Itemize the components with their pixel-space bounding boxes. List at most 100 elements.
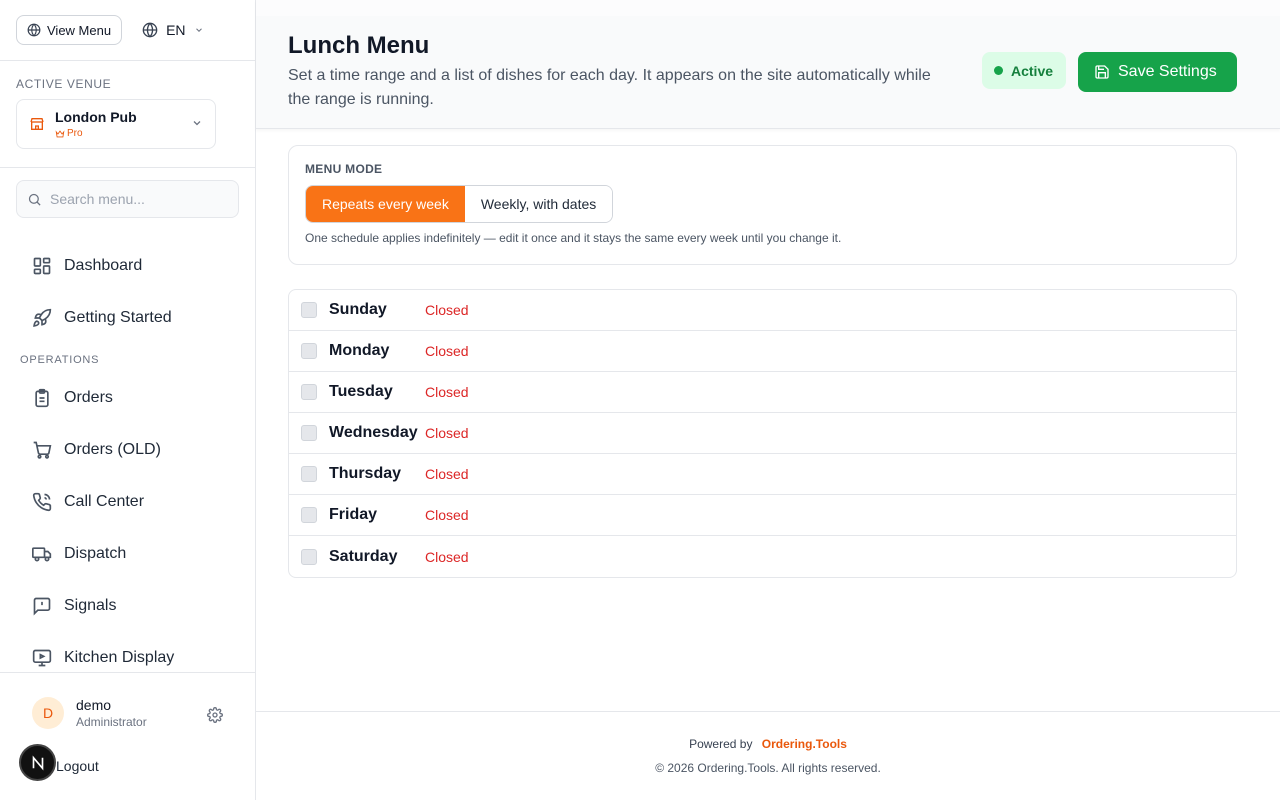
- dashboard-icon: [32, 256, 52, 276]
- search-wrapper: [0, 168, 255, 230]
- monitor-icon: [32, 648, 52, 668]
- crown-icon: [55, 129, 65, 139]
- day-name: Tuesday: [329, 383, 393, 400]
- day-name: Friday: [329, 506, 378, 523]
- save-settings-button[interactable]: Save Settings: [1078, 52, 1237, 92]
- sidebar-item-call-center[interactable]: Call Center: [16, 476, 239, 528]
- search-icon: [27, 192, 42, 207]
- day-row-tuesday: Tuesday Closed: [289, 372, 1236, 413]
- mode-option-weekly-dates[interactable]: Weekly, with dates: [464, 186, 613, 222]
- sidebar-item-label: Kitchen Display: [64, 649, 175, 666]
- menu-mode-label: MENU MODE: [305, 162, 383, 176]
- day-name: Sunday: [329, 301, 387, 318]
- view-menu-button[interactable]: View Menu: [16, 15, 123, 45]
- day-status: Closed: [425, 302, 469, 318]
- sidebar-item-signals[interactable]: Signals: [16, 580, 239, 632]
- globe-icon: [27, 23, 41, 37]
- globe-icon: [142, 22, 158, 38]
- days-list: Sunday Closed Monday Closed Tuesday Clos…: [288, 289, 1237, 578]
- truck-icon: [32, 544, 52, 564]
- day-checkbox[interactable]: [301, 302, 317, 318]
- brand-link[interactable]: Ordering.Tools: [762, 737, 847, 751]
- sidebar: View Menu EN ACTIVE VENUE London Pub Pro…: [0, 0, 256, 800]
- day-checkbox[interactable]: [301, 343, 317, 359]
- chevron-down-icon: [191, 117, 203, 129]
- day-status: Closed: [425, 466, 469, 482]
- venue-section: ACTIVE VENUE London Pub Pro: [0, 61, 255, 168]
- menu-mode-help: One schedule applies indefinitely — edit…: [305, 231, 842, 245]
- n-logo-icon[interactable]: [19, 744, 56, 781]
- sidebar-item-label: Getting Started: [64, 309, 172, 326]
- status-label: Active: [1011, 62, 1054, 79]
- status-dot-icon: [994, 66, 1003, 75]
- day-status: Closed: [425, 507, 469, 523]
- day-status: Closed: [425, 343, 469, 359]
- page-description: Set a time range and a list of dishes fo…: [288, 67, 931, 108]
- day-name: Monday: [329, 342, 390, 359]
- page-header: Lunch Menu Set a time range and a list o…: [256, 0, 1280, 129]
- store-icon: [29, 116, 45, 132]
- chevron-down-icon: [194, 25, 204, 35]
- day-row-monday: Monday Closed: [289, 331, 1236, 372]
- day-checkbox[interactable]: [301, 507, 317, 523]
- user-role: Administrator: [76, 715, 147, 729]
- venue-name: London Pub: [55, 109, 137, 125]
- venue-info: London Pub Pro: [55, 109, 137, 139]
- user-name: demo: [76, 697, 112, 713]
- sidebar-item-orders-old[interactable]: Orders (OLD): [16, 424, 239, 476]
- day-row-thursday: Thursday Closed: [289, 454, 1236, 495]
- day-name: Thursday: [329, 465, 402, 482]
- menu-mode-toggle: Repeats every week Weekly, with dates: [305, 185, 614, 223]
- venue-plan-badge: Pro: [55, 128, 137, 139]
- language-code: EN: [166, 22, 186, 38]
- cart-icon: [32, 440, 52, 460]
- logout-button[interactable]: Logout: [56, 758, 99, 774]
- sidebar-section-operations: OPERATIONS: [20, 354, 100, 366]
- menu-mode-card: MENU MODE Repeats every week Weekly, wit…: [288, 145, 1237, 265]
- user-panel: D demo Administrator Logout: [0, 672, 255, 800]
- phone-icon: [32, 492, 52, 512]
- venue-plan-label: Pro: [67, 128, 83, 139]
- day-row-wednesday: Wednesday Closed: [289, 413, 1236, 454]
- rocket-icon: [32, 308, 52, 328]
- main-content: Lunch Menu Set a time range and a list o…: [256, 0, 1280, 800]
- view-menu-label: View Menu: [47, 22, 112, 38]
- sidebar-item-getting-started[interactable]: Getting Started: [16, 292, 239, 344]
- sidebar-item-label: Orders: [64, 389, 113, 406]
- day-checkbox[interactable]: [301, 384, 317, 400]
- sidebar-item-label: Dispatch: [64, 545, 127, 562]
- status-badge: Active: [982, 52, 1066, 89]
- day-row-friday: Friday Closed: [289, 495, 1236, 536]
- mode-option-repeats-weekly[interactable]: Repeats every week: [306, 186, 465, 222]
- day-status: Closed: [425, 548, 469, 565]
- sidebar-item-label: Dashboard: [64, 257, 143, 274]
- sidebar-item-dashboard[interactable]: Dashboard: [16, 240, 239, 292]
- language-selector[interactable]: EN: [142, 22, 203, 38]
- day-name: Saturday: [329, 547, 398, 565]
- gear-icon[interactable]: [207, 707, 223, 723]
- day-checkbox[interactable]: [301, 466, 317, 482]
- page-footer: Powered by Ordering.Tools © 2026 Orderin…: [256, 711, 1280, 800]
- copyright: © 2026 Ordering.Tools. All rights reserv…: [655, 761, 881, 775]
- venue-selector[interactable]: London Pub Pro: [16, 99, 216, 149]
- avatar: D: [32, 697, 64, 729]
- alert-message-icon: [32, 596, 52, 616]
- day-checkbox[interactable]: [301, 548, 317, 565]
- sidebar-nav: Dashboard Getting Started OPERATIONS Ord…: [0, 230, 255, 684]
- day-row-sunday: Sunday Closed: [289, 290, 1236, 331]
- day-status: Closed: [425, 384, 469, 400]
- search-input[interactable]: [50, 191, 220, 207]
- user-info: demo Administrator: [76, 697, 147, 729]
- sidebar-item-dispatch[interactable]: Dispatch: [16, 528, 239, 580]
- sidebar-item-label: Signals: [64, 597, 117, 614]
- search-box: [16, 180, 239, 218]
- sidebar-item-orders[interactable]: Orders: [16, 372, 239, 424]
- venue-section-label: ACTIVE VENUE: [16, 77, 112, 91]
- clipboard-icon: [32, 388, 52, 408]
- sidebar-item-label: Call Center: [64, 493, 145, 510]
- day-name: Wednesday: [329, 424, 418, 441]
- day-checkbox[interactable]: [301, 425, 317, 441]
- sidebar-top-row: View Menu EN: [0, 0, 255, 61]
- sidebar-item-label: Orders (OLD): [64, 441, 161, 458]
- day-status: Closed: [425, 425, 469, 441]
